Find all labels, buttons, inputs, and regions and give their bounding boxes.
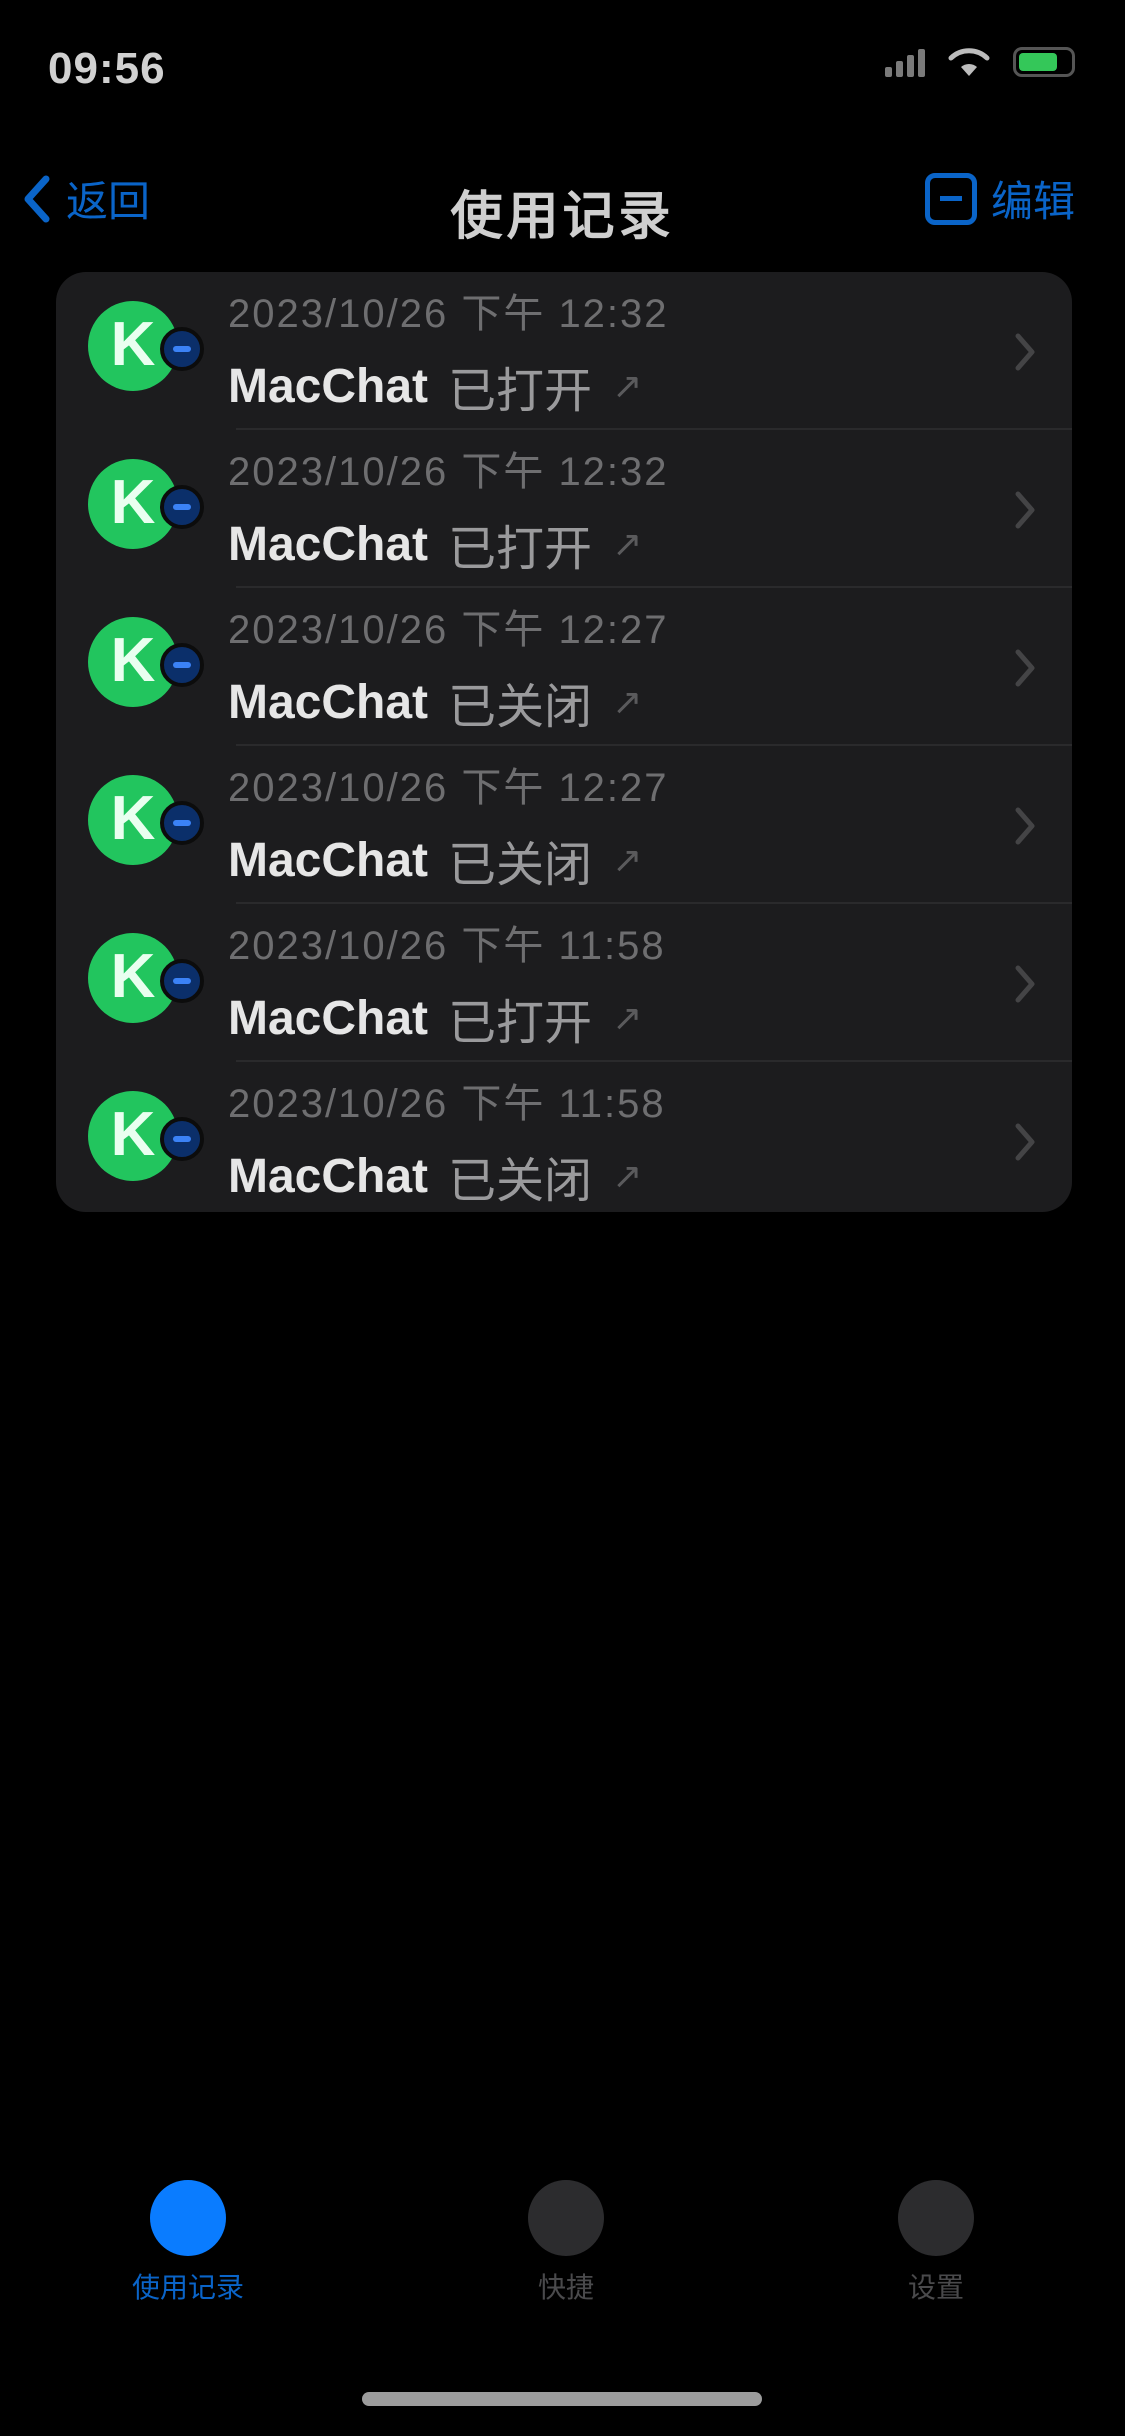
edit-button-label: 编辑 xyxy=(990,178,1075,225)
record-summary: MacChat 已关闭 ↗ xyxy=(228,667,669,737)
record-status: 已打开 xyxy=(448,523,593,576)
record-text: 2023/10/26 下午 12:27 MacChat 已关闭 ↗ xyxy=(228,755,669,895)
k-app-icon: K xyxy=(88,301,204,401)
navigation-bar: 返回 使用记录 编辑 xyxy=(0,150,1125,250)
status-indicators xyxy=(885,46,1075,78)
record-time: 下午 11:58 xyxy=(461,1082,666,1126)
record-summary: MacChat 已打开 ↗ xyxy=(228,983,666,1053)
screen: 09:56 返回 使用记录 编辑 K 2023/10/26 下午 12:32 M… xyxy=(0,0,1125,2436)
tab-shortcuts[interactable]: 快捷 xyxy=(466,2180,666,2306)
record-text: 2023/10/26 下午 12:32 MacChat 已打开 ↗ xyxy=(228,439,669,579)
wifi-icon xyxy=(948,48,990,76)
usage-record-list: K 2023/10/26 下午 12:32 MacChat 已打开 ↗ K 20… xyxy=(56,272,1072,1212)
record-text: 2023/10/26 下午 11:58 MacChat 已打开 ↗ xyxy=(228,913,666,1053)
record-date: 2023/10/26 xyxy=(228,608,449,652)
record-datetime: 2023/10/26 下午 11:58 xyxy=(228,913,666,971)
record-time: 下午 12:32 xyxy=(461,450,669,494)
record-datetime: 2023/10/26 下午 12:27 xyxy=(228,755,669,813)
k-app-icon: K xyxy=(88,617,204,717)
chevron-right-icon xyxy=(1015,965,1035,1003)
record-row[interactable]: K 2023/10/26 下午 11:58 MacChat 已关闭 ↗ xyxy=(56,1062,1072,1212)
record-date: 2023/10/26 xyxy=(228,292,449,336)
tab-bar: 使用记录 快捷 设置 xyxy=(0,2180,1125,2340)
chevron-right-icon xyxy=(1015,649,1035,687)
tab-settings[interactable]: 设置 xyxy=(836,2180,1036,2306)
home-indicator[interactable] xyxy=(362,2392,762,2406)
record-row[interactable]: K 2023/10/26 下午 12:27 MacChat 已关闭 ↗ xyxy=(56,746,1072,904)
battery-icon xyxy=(1013,47,1075,77)
record-app-name: MacChat xyxy=(228,833,429,887)
tab-label: 快捷 xyxy=(537,2272,594,2303)
record-row[interactable]: K 2023/10/26 下午 12:32 MacChat 已打开 ↗ xyxy=(56,272,1072,430)
record-datetime: 2023/10/26 下午 11:58 xyxy=(228,1071,666,1129)
record-summary: MacChat 已打开 ↗ xyxy=(228,509,669,579)
record-row[interactable]: K 2023/10/26 下午 12:27 MacChat 已关闭 ↗ xyxy=(56,588,1072,746)
k-app-icon: K xyxy=(88,933,204,1033)
tab-label: 使用记录 xyxy=(131,2272,244,2303)
chevron-right-icon xyxy=(1015,1123,1035,1161)
record-datetime: 2023/10/26 下午 12:27 xyxy=(228,597,669,655)
record-status: 已打开 xyxy=(448,365,593,418)
record-app-name: MacChat xyxy=(228,1149,429,1203)
record-time: 下午 12:27 xyxy=(461,608,669,652)
record-text: 2023/10/26 下午 11:58 MacChat 已关闭 ↗ xyxy=(228,1071,666,1211)
record-summary: MacChat 已关闭 ↗ xyxy=(228,1141,666,1211)
record-text: 2023/10/26 下午 12:27 MacChat 已关闭 ↗ xyxy=(228,597,669,737)
battery-level-fill xyxy=(1019,53,1057,71)
arrow-icon: ↗ xyxy=(612,365,643,406)
cellular-signal-icon xyxy=(885,47,925,77)
record-date: 2023/10/26 xyxy=(228,450,449,494)
record-time: 下午 12:27 xyxy=(461,766,669,810)
tab-usage-records[interactable]: 使用记录 xyxy=(88,2180,288,2306)
chevron-right-icon xyxy=(1015,333,1035,371)
record-app-name: MacChat xyxy=(228,517,429,571)
shortcuts-tab-icon xyxy=(528,2180,604,2256)
arrow-icon: ↗ xyxy=(612,839,643,880)
record-row[interactable]: K 2023/10/26 下午 12:32 MacChat 已打开 ↗ xyxy=(56,430,1072,588)
record-app-name: MacChat xyxy=(228,675,429,729)
record-status: 已关闭 xyxy=(448,839,593,892)
record-summary: MacChat 已打开 ↗ xyxy=(228,351,669,421)
record-app-name: MacChat xyxy=(228,359,429,413)
record-app-name: MacChat xyxy=(228,991,429,1045)
arrow-icon: ↗ xyxy=(612,523,643,564)
chevron-right-icon xyxy=(1015,807,1035,845)
record-date: 2023/10/26 xyxy=(228,1082,449,1126)
k-app-icon: K xyxy=(88,1091,204,1191)
chevron-right-icon xyxy=(1015,491,1035,529)
record-time: 下午 12:32 xyxy=(461,292,669,336)
arrow-icon: ↗ xyxy=(612,1155,643,1196)
settings-tab-icon xyxy=(898,2180,974,2256)
arrow-icon: ↗ xyxy=(612,997,643,1038)
k-app-icon: K xyxy=(88,775,204,875)
record-row[interactable]: K 2023/10/26 下午 11:58 MacChat 已打开 ↗ xyxy=(56,904,1072,1062)
status-time: 09:56 xyxy=(48,44,166,93)
arrow-icon: ↗ xyxy=(612,681,643,722)
record-time: 下午 11:58 xyxy=(461,924,666,968)
edit-button[interactable]: 编辑 xyxy=(924,168,1075,229)
tab-label: 设置 xyxy=(907,2272,964,2303)
record-status: 已关闭 xyxy=(448,1155,593,1208)
record-text: 2023/10/26 下午 12:32 MacChat 已打开 ↗ xyxy=(228,281,669,421)
status-bar: 09:56 xyxy=(0,0,1125,132)
record-datetime: 2023/10/26 下午 12:32 xyxy=(228,281,669,339)
history-tab-icon xyxy=(150,2180,226,2256)
k-app-icon: K xyxy=(88,459,204,559)
record-status: 已关闭 xyxy=(448,681,593,734)
record-status: 已打开 xyxy=(448,997,593,1050)
record-date: 2023/10/26 xyxy=(228,766,449,810)
record-date: 2023/10/26 xyxy=(228,924,449,968)
record-summary: MacChat 已关闭 ↗ xyxy=(228,825,669,895)
edit-icon xyxy=(924,172,977,225)
record-datetime: 2023/10/26 下午 12:32 xyxy=(228,439,669,497)
